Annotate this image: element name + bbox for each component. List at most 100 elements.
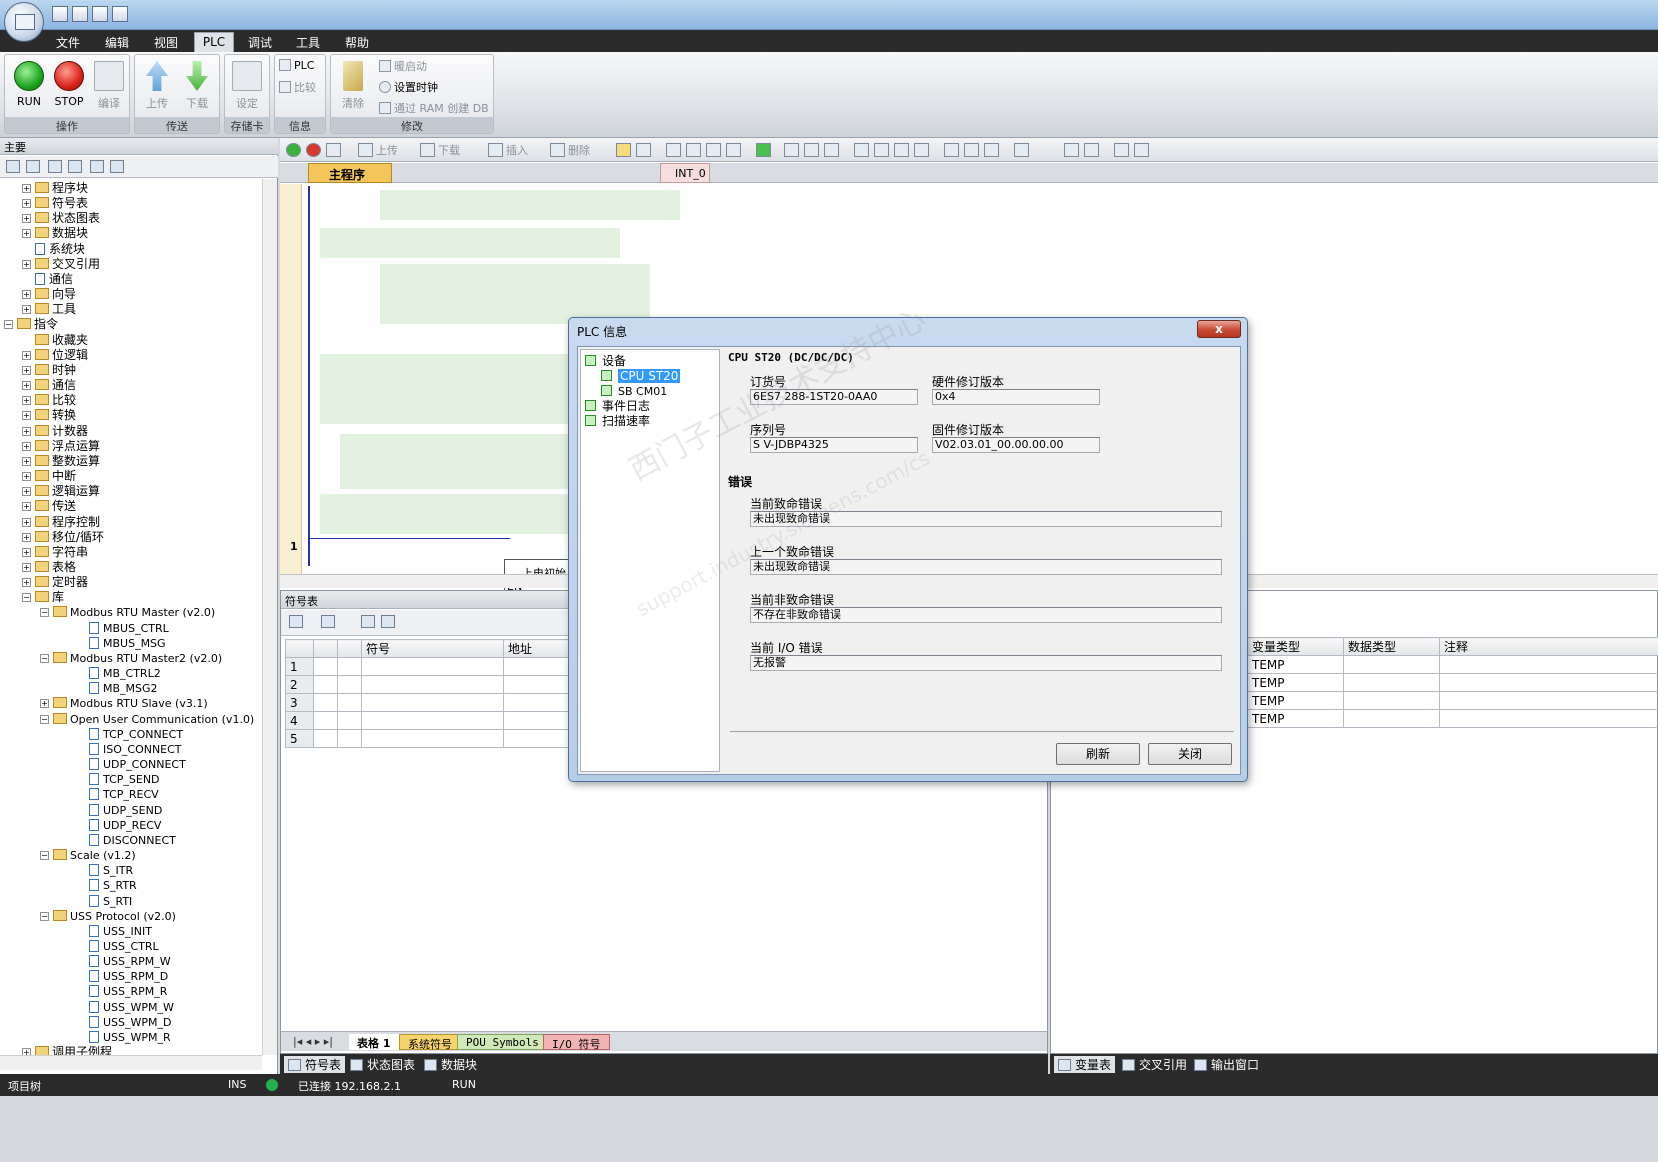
column-header-comment[interactable]: 注释	[1439, 637, 1658, 656]
expand-icon[interactable]: +	[40, 699, 49, 709]
table-cell[interactable]	[313, 657, 338, 676]
lock-icon[interactable]	[784, 143, 799, 157]
expand-icon[interactable]: +	[22, 396, 31, 406]
expand-icon[interactable]: +	[22, 472, 31, 482]
coil-icon[interactable]	[964, 143, 979, 157]
expand-icon[interactable]: +	[22, 456, 31, 466]
tree-view3-icon[interactable]	[48, 160, 62, 173]
table-cell[interactable]	[337, 657, 362, 676]
bottom-tab-symbol-table[interactable]: 符号表	[284, 1056, 346, 1073]
expand-icon[interactable]: +	[22, 259, 31, 269]
comment-icon[interactable]	[1064, 143, 1079, 157]
expand-icon[interactable]: +	[22, 1048, 31, 1055]
table-row[interactable]: TEMP	[1247, 709, 1658, 728]
table-cell[interactable]	[1343, 673, 1440, 692]
tree-item[interactable]: USS_WPM_W	[76, 1000, 174, 1015]
plc-info-button[interactable]: PLC	[279, 59, 314, 77]
tree-item[interactable]: − Modbus RTU Master2 (v2.0)	[40, 651, 222, 666]
bottom-tab-variable-table[interactable]: 变量表	[1054, 1056, 1116, 1073]
insert-icon[interactable]	[488, 143, 503, 157]
tree-node-scan-rate[interactable]: 扫描速率	[585, 414, 650, 429]
create-db-from-ram-button[interactable]: 通过 RAM 创建 DB	[379, 100, 489, 118]
bookmark-icon[interactable]	[666, 143, 681, 157]
tree-view-icon[interactable]	[6, 160, 20, 173]
tree-item[interactable]: − Open User Communication (v1.0)	[40, 712, 254, 727]
address-view-icon[interactable]	[636, 143, 651, 157]
expand-icon[interactable]: +	[22, 365, 31, 375]
column-header-data-type[interactable]: 数据类型	[1343, 637, 1440, 656]
download-small-icon[interactable]	[420, 143, 435, 157]
table-cell[interactable]	[361, 693, 504, 712]
var-type-cell[interactable]: TEMP	[1247, 673, 1344, 692]
tree-item[interactable]: + 程序控制	[22, 515, 100, 530]
bottom-tab-status-chart[interactable]: 状态图表	[346, 1056, 419, 1073]
tab-int-0[interactable]: INT_0	[660, 163, 710, 183]
tree-view6-icon[interactable]	[110, 160, 124, 173]
memory-card-set-button[interactable]: 设定	[227, 59, 267, 119]
table-cell[interactable]	[1439, 655, 1658, 674]
application-menu-button[interactable]	[4, 2, 44, 42]
collapse-icon[interactable]: −	[22, 593, 31, 603]
compile-button[interactable]: 编译	[89, 59, 129, 119]
misc-tool2-icon[interactable]	[1134, 143, 1149, 157]
contact-icon[interactable]	[944, 143, 959, 157]
tree-item[interactable]: + 表格	[22, 560, 76, 575]
table-cell[interactable]	[1439, 709, 1658, 728]
tree-item[interactable]: MB_MSG2	[76, 681, 158, 696]
table-cell[interactable]	[337, 693, 362, 712]
expand-icon[interactable]: +	[22, 229, 31, 239]
var-type-cell[interactable]: TEMP	[1247, 709, 1344, 728]
add-symbol-icon[interactable]	[289, 615, 303, 628]
editor-insert-label[interactable]: 插入	[506, 142, 528, 158]
line-down-icon[interactable]	[854, 143, 869, 157]
warm-start-button[interactable]: 暖启动	[379, 58, 427, 76]
symbol-apply-icon[interactable]	[381, 615, 395, 628]
clear-bookmark-icon[interactable]	[726, 143, 741, 157]
properties-icon[interactable]	[1084, 143, 1099, 157]
var-type-cell[interactable]: TEMP	[1247, 691, 1344, 710]
tree-node-cpu[interactable]: CPU ST20	[601, 369, 681, 384]
column-header-var-type[interactable]: 变量类型	[1247, 637, 1344, 656]
tree-item[interactable]: 系统块	[22, 242, 85, 257]
bottom-tab-cross-reference[interactable]: 交叉引用	[1118, 1056, 1191, 1073]
tree-view4-icon[interactable]	[68, 160, 82, 173]
stop-button[interactable]: STOP	[49, 59, 89, 119]
expand-icon[interactable]: +	[22, 184, 31, 193]
table-cell[interactable]	[361, 711, 504, 730]
editor-download-label[interactable]: 下载	[438, 142, 460, 158]
bottom-tab-output-window[interactable]: 输出窗口	[1190, 1056, 1263, 1073]
compile-small-icon[interactable]	[326, 143, 341, 157]
expand-icon[interactable]: +	[22, 214, 31, 224]
tree-item[interactable]: TCP_RECV	[76, 787, 159, 802]
table-cell[interactable]	[313, 693, 338, 712]
goto-icon[interactable]	[756, 143, 771, 157]
tree-item[interactable]: ISO_CONNECT	[76, 742, 182, 757]
tab-help[interactable]: 帮助	[337, 32, 377, 52]
expand-icon[interactable]: +	[22, 578, 31, 588]
tree-item[interactable]: − 指令	[4, 317, 58, 332]
tab-plc[interactable]: PLC	[194, 32, 234, 52]
tree-item[interactable]: − Modbus RTU Master (v2.0)	[40, 605, 215, 620]
collapse-icon[interactable]: −	[40, 911, 49, 921]
column-header-symbol[interactable]: 符号	[361, 639, 504, 658]
line-left-icon[interactable]	[894, 143, 909, 157]
tree-item[interactable]: + 移位/循环	[22, 530, 104, 545]
tree-item[interactable]: USS_RPM_D	[76, 969, 168, 984]
tree-item[interactable]: USS_INIT	[76, 924, 152, 939]
tree-item[interactable]: S_RTI	[76, 894, 132, 909]
collapse-icon[interactable]: −	[40, 851, 49, 861]
tree-item[interactable]: + 程序块	[22, 181, 88, 196]
table-cell[interactable]	[313, 711, 338, 730]
table-cell[interactable]	[1343, 709, 1440, 728]
tree-item[interactable]: + 符号表	[22, 196, 88, 211]
tree-item[interactable]: UDP_CONNECT	[76, 757, 186, 772]
download-button[interactable]: 下载	[177, 59, 217, 119]
tree-item[interactable]: + 数据块	[22, 226, 88, 241]
line-right-icon[interactable]	[914, 143, 929, 157]
dialog-close-button[interactable]: x	[1197, 320, 1241, 338]
symbol-table-options-icon[interactable]	[361, 615, 375, 628]
tree-item[interactable]: DISCONNECT	[76, 833, 176, 848]
tree-item[interactable]: MBUS_CTRL	[76, 621, 169, 636]
new-file-icon[interactable]	[52, 6, 68, 22]
tree-item[interactable]: + 整数运算	[22, 454, 100, 469]
